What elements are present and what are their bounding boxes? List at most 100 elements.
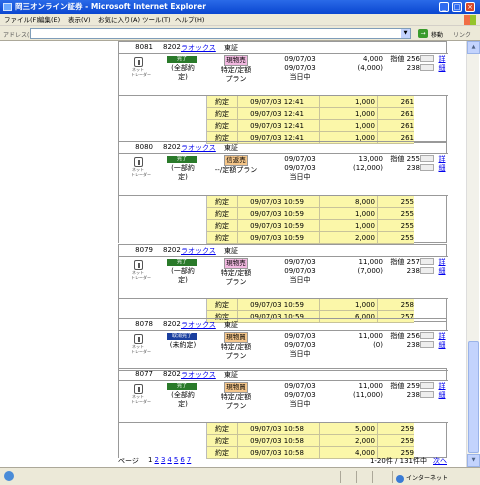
- menu-favorites[interactable]: お気に入り(A): [98, 14, 140, 26]
- stock-name-link[interactable]: ラオックス: [181, 320, 216, 330]
- execution-row: 約定 09/07/03 12:41 1,000 261: [207, 96, 414, 108]
- modify-button[interactable]: [420, 382, 434, 389]
- status-detail-line: 定): [178, 73, 188, 81]
- modify-button[interactable]: [420, 258, 434, 265]
- status-badge: 完了: [167, 383, 197, 390]
- execution-quantity: 1,000: [354, 210, 375, 218]
- cancel-button[interactable]: [420, 391, 434, 398]
- menu-view[interactable]: 表示(V): [68, 14, 91, 26]
- stock-name-link[interactable]: ラオックス: [181, 43, 216, 53]
- execution-price: 261: [400, 122, 414, 130]
- menu-file[interactable]: ファイル(F): [4, 14, 39, 26]
- menu-help[interactable]: ヘルプ(H): [175, 14, 204, 26]
- stock-name-link[interactable]: ラオックス: [181, 370, 216, 380]
- address-input[interactable]: ▼: [30, 28, 411, 39]
- date-line: 09/07/03: [284, 64, 316, 72]
- stock-code: 8202: [163, 143, 181, 151]
- price-line: 指値 255: [390, 155, 420, 163]
- cell-divider: [319, 108, 320, 120]
- order-number: 8078: [135, 320, 153, 328]
- order-price: 指値 255 238: [373, 155, 420, 173]
- page-link[interactable]: 6: [180, 456, 184, 464]
- order-action-buttons: [420, 155, 436, 173]
- current-page: 1: [148, 456, 153, 464]
- execution-datetime: 09/07/03 10:59: [250, 222, 304, 230]
- trader-glyph: [133, 334, 143, 344]
- execution-datetime: 09/07/03 10:58: [250, 437, 304, 445]
- status-divider: [340, 471, 341, 483]
- price-line: 238: [406, 391, 420, 399]
- maximize-button[interactable]: □: [452, 2, 462, 12]
- channel-label: ネット トレーダー: [131, 344, 151, 354]
- cancel-button[interactable]: [420, 164, 434, 171]
- order-number: 8080: [135, 143, 153, 151]
- net-trader-icon: ネット トレーダー: [131, 57, 151, 81]
- page-link[interactable]: 7: [187, 456, 191, 464]
- page-link[interactable]: 4: [167, 456, 171, 464]
- order-dates: 09/07/03 09/07/03 当日中: [255, 332, 345, 359]
- date-line: 当日中: [289, 173, 311, 181]
- scroll-up-icon[interactable]: ▲: [467, 41, 480, 54]
- order-type-tag: 現物売: [224, 55, 248, 66]
- minimize-button[interactable]: _: [439, 2, 449, 12]
- execution-datetime: 09/07/03 10:59: [250, 301, 304, 309]
- modify-button[interactable]: [420, 332, 434, 339]
- order-block: 8081 8202 ラオックス 東証 ネット トレーダー 完了 (全部約 定) 現物売 特定/定額…: [118, 41, 448, 144]
- cancel-button[interactable]: [420, 341, 434, 348]
- execution-price: 255: [400, 198, 414, 206]
- modify-button[interactable]: [420, 155, 434, 162]
- detail-link[interactable]: 詳細: [436, 55, 448, 73]
- execution-label: 約定: [215, 437, 229, 445]
- scroll-thumb[interactable]: [468, 341, 479, 453]
- go-arrow-icon[interactable]: →: [418, 29, 428, 38]
- execution-datetime: 09/07/03 10:58: [250, 425, 304, 433]
- close-button[interactable]: ×: [465, 2, 475, 12]
- execution-datetime: 09/07/03 12:41: [250, 98, 304, 106]
- stock-name-link[interactable]: ラオックス: [181, 246, 216, 256]
- execution-datetime: 09/07/03 12:41: [250, 110, 304, 118]
- execution-quantity: 2,000: [354, 234, 375, 242]
- execution-price: 261: [400, 110, 414, 118]
- menu-edit[interactable]: 編集(E): [38, 14, 60, 26]
- stock-code: 8202: [163, 370, 181, 378]
- order-action-buttons: [420, 55, 436, 73]
- vertical-scrollbar[interactable]: ▲ ▼: [466, 41, 480, 467]
- status-detail-line: 定): [178, 400, 188, 408]
- order-block: 8079 8202 ラオックス 東証 ネット トレーダー 完了 (一部約 定) 現物売 特定/定額…: [118, 244, 448, 323]
- date-line: 当日中: [289, 276, 311, 284]
- next-page-link[interactable]: 次へ: [433, 457, 447, 465]
- detail-link[interactable]: 詳細: [436, 332, 448, 350]
- detail-link[interactable]: 詳細: [436, 155, 448, 173]
- cancel-button[interactable]: [420, 64, 434, 71]
- cell-divider: [319, 435, 320, 447]
- channel-label: ネット トレーダー: [131, 167, 151, 177]
- stock-name-link[interactable]: ラオックス: [181, 143, 216, 153]
- scroll-down-icon[interactable]: ▼: [467, 454, 480, 467]
- market: 東証: [224, 371, 238, 379]
- execution-quantity: 1,000: [354, 98, 375, 106]
- page-done-icon: [4, 471, 14, 481]
- modify-button[interactable]: [420, 55, 434, 62]
- detail-link[interactable]: 詳細: [436, 258, 448, 276]
- cancel-button[interactable]: [420, 267, 434, 274]
- execution-row: 約定 09/07/03 10:59 8,000 255: [207, 196, 414, 208]
- content-viewport: 8081 8202 ラオックス 東証 ネット トレーダー 完了 (全部約 定) 現物売 特定/定額…: [1, 41, 466, 467]
- page-link[interactable]: 5: [174, 456, 178, 464]
- price-line: 238: [406, 341, 420, 349]
- page-link[interactable]: 3: [161, 456, 165, 464]
- date-line: 09/07/03: [284, 155, 316, 163]
- go-button[interactable]: 移動: [431, 30, 443, 39]
- date-line: 09/07/03: [284, 391, 316, 399]
- order-type-tag: 現物買: [224, 332, 248, 343]
- page-link[interactable]: 2: [154, 456, 158, 464]
- detail-link[interactable]: 詳細: [436, 382, 448, 400]
- menu-tools[interactable]: ツール(T): [142, 14, 171, 26]
- price-line: 指値 256: [390, 332, 420, 340]
- links-button[interactable]: リンク: [453, 30, 471, 39]
- execution-left-band: [119, 96, 207, 144]
- market: 東証: [224, 247, 238, 255]
- order-header: 8078 8202 ラオックス 東証: [119, 319, 448, 331]
- execution-row: 約定 09/07/03 10:59 2,000 255: [207, 232, 414, 244]
- price-line: 238: [406, 64, 420, 72]
- address-dropdown-icon[interactable]: ▼: [401, 29, 410, 38]
